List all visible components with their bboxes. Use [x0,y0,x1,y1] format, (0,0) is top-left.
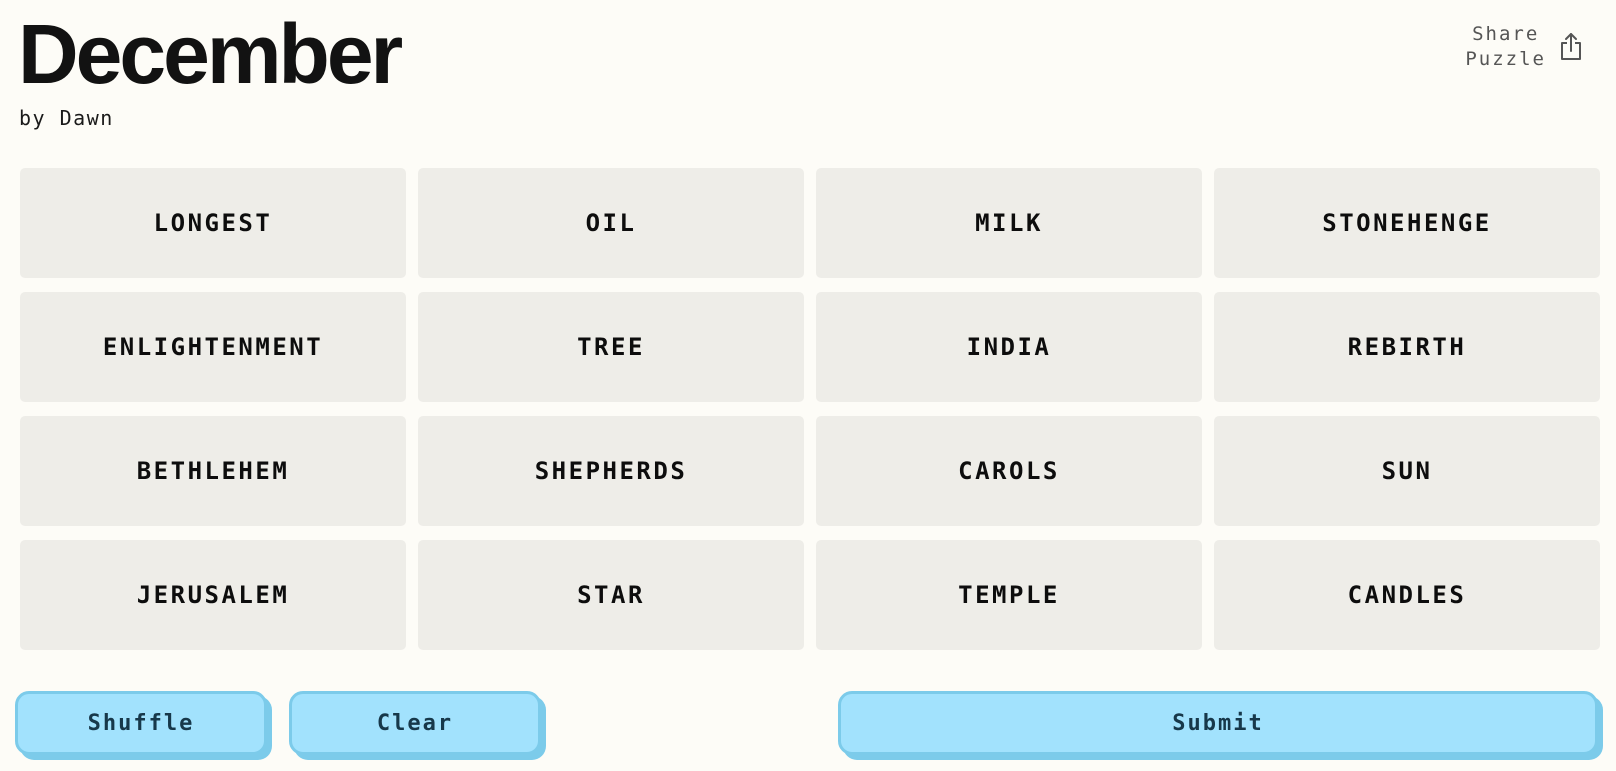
word-tile[interactable]: STAR [418,540,804,650]
word-tile[interactable]: CANDLES [1214,540,1600,650]
word-tile[interactable]: INDIA [816,292,1202,402]
shuffle-button[interactable]: Shuffle [15,691,267,755]
word-tile[interactable]: SHEPHERDS [418,416,804,526]
share-label-line1: Share [1472,23,1540,45]
share-icon [1561,33,1581,60]
word-tile[interactable]: BETHLEHEM [20,416,406,526]
word-tile[interactable]: TREE [418,292,804,402]
share-puzzle-button[interactable]: Share Puzzle [1465,22,1584,72]
share-label: Share Puzzle [1465,22,1546,72]
puzzle-author: by Dawn [19,106,114,130]
word-tile[interactable]: LONGEST [20,168,406,278]
word-tile[interactable]: TEMPLE [816,540,1202,650]
submit-button[interactable]: Submit [838,691,1598,755]
puzzle-title: December [18,7,403,101]
word-tile[interactable]: SUN [1214,416,1600,526]
clear-button[interactable]: Clear [289,691,541,755]
word-tile[interactable]: REBIRTH [1214,292,1600,402]
share-label-line2: Puzzle [1465,48,1546,70]
word-grid: LONGEST OIL MILK STONEHENGE ENLIGHTENMEN… [20,168,1601,650]
word-tile[interactable]: ENLIGHTENMENT [20,292,406,402]
word-tile[interactable]: MILK [816,168,1202,278]
word-tile[interactable]: STONEHENGE [1214,168,1600,278]
word-tile[interactable]: CAROLS [816,416,1202,526]
word-tile[interactable]: JERUSALEM [20,540,406,650]
word-tile[interactable]: OIL [418,168,804,278]
